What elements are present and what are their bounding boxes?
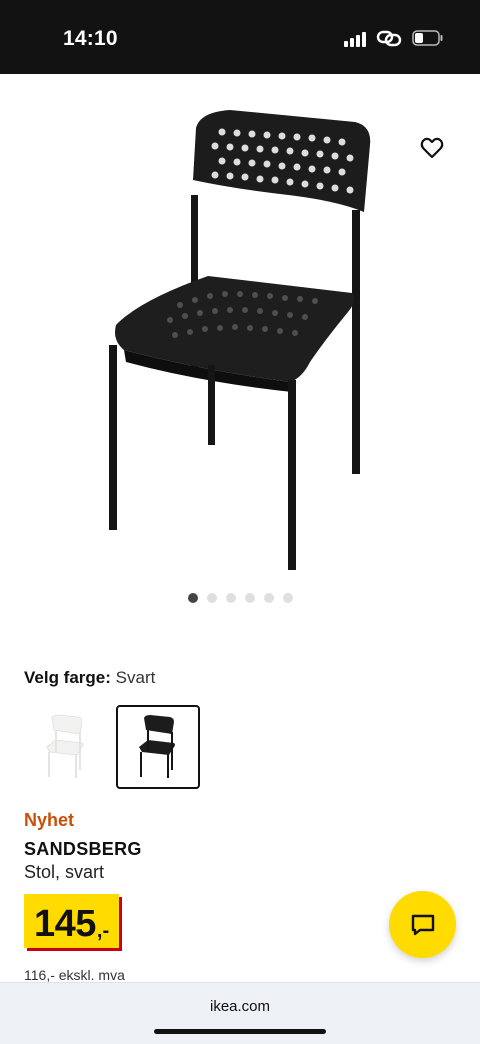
price-excluding-vat: 116,- ekskl. mva [24,967,125,983]
carousel-dot-3[interactable] [225,593,236,603]
color-label-value: Svart [115,668,156,687]
url-text[interactable]: ikea.com [0,998,480,1015]
link-icon [376,30,402,47]
carousel-dot-6[interactable] [282,593,293,603]
black-chair-thumbnail [139,715,175,778]
price-integer: 145 [34,903,96,945]
product-image[interactable] [80,100,410,590]
price-tag: 145 ,- [24,894,120,948]
black-chair-swatch[interactable] [116,705,200,789]
color-label-title: Velg farge: [24,668,111,687]
white-chair-swatch[interactable] [24,705,108,789]
home-indicator [154,1029,326,1034]
color-swatches [24,705,200,789]
new-badge: Nyhet [24,810,75,830]
status-bar: 14:10 [0,0,480,74]
heart-outline-icon [420,137,444,159]
signal-icon [344,29,366,47]
favorite-button[interactable] [416,132,448,164]
image-carousel-dots [0,593,480,603]
status-time: 14:10 [63,27,118,50]
carousel-dot-4[interactable] [244,593,255,603]
white-chair-thumbnail [46,714,84,778]
carousel-dot-5[interactable] [263,593,274,603]
color-label: Velg farge: Svart [24,668,155,688]
product-description: Stol, svart [24,862,105,882]
product-name: SANDSBERG [24,839,142,859]
carousel-dot-2[interactable] [206,593,217,603]
battery-icon [412,30,443,46]
price-decimals: ,- [96,920,110,942]
carousel-dot-1[interactable] [187,593,198,603]
browser-url-bar[interactable]: ikea.com [0,982,480,1044]
chat-bubble-icon [411,914,434,935]
chat-button[interactable] [389,891,456,958]
status-icons [344,28,444,48]
